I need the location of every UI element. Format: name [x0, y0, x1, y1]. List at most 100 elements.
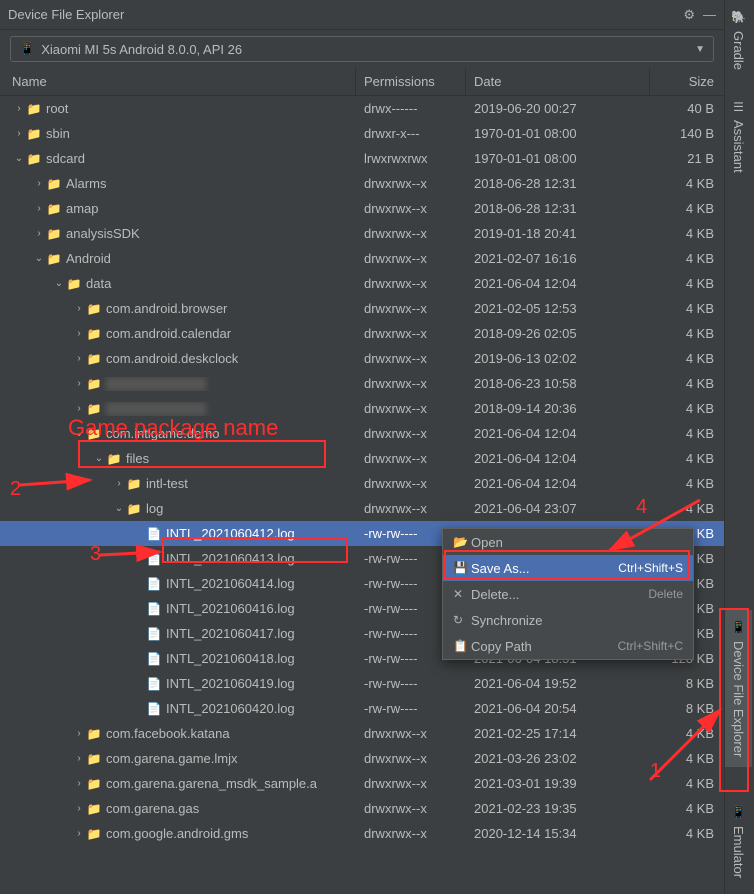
tree-row[interactable]: 📄INTL_2021060420.log-rw-rw----2021-06-04…: [0, 696, 724, 721]
row-perm: drwxrwx--x: [356, 376, 466, 391]
folder-icon: 📁: [86, 302, 102, 316]
tree-row[interactable]: ›📁amapdrwxrwx--x2018-06-28 12:314 KB: [0, 196, 724, 221]
gear-icon[interactable]: ⚙: [683, 7, 695, 23]
folder-icon: 📁: [126, 477, 142, 491]
row-size: 4 KB: [650, 426, 724, 441]
row-label: analysisSDK: [66, 226, 140, 241]
tree-row[interactable]: ⌄📁filesdrwxrwx--x2021-06-04 12:044 KB: [0, 446, 724, 471]
row-size: 4 KB: [650, 826, 724, 841]
row-label: INTL_2021060414.log: [166, 576, 295, 591]
expand-arrow[interactable]: ⌄: [32, 253, 46, 264]
file-icon: 📄: [146, 577, 162, 591]
expand-arrow[interactable]: ›: [12, 128, 26, 139]
expand-arrow[interactable]: ›: [72, 828, 86, 839]
tree-row[interactable]: ›📁com.google.android.gmsdrwxrwx--x2020-1…: [0, 821, 724, 846]
expand-arrow[interactable]: ›: [72, 303, 86, 314]
tree-row[interactable]: ⌄📁logdrwxrwx--x2021-06-04 23:074 KB: [0, 496, 724, 521]
row-size: 4 KB: [650, 326, 724, 341]
col-size[interactable]: Size: [650, 68, 724, 95]
tree-row[interactable]: ›📁drwxrwx--x2018-09-14 20:364 KB: [0, 396, 724, 421]
device-selector[interactable]: 📱 Xiaomi MI 5s Android 8.0.0, API 26 ▼: [10, 36, 714, 62]
tree-row[interactable]: ›📁drwxrwx--x2018-06-23 10:584 KB: [0, 371, 724, 396]
expand-arrow[interactable]: ›: [72, 728, 86, 739]
expand-arrow[interactable]: ›: [72, 378, 86, 389]
file-icon: 📄: [146, 527, 162, 541]
tree-row[interactable]: ⌄📁datadrwxrwx--x2021-06-04 12:044 KB: [0, 271, 724, 296]
ctx-sync[interactable]: ↻Synchronize: [443, 607, 693, 633]
folder-icon: 📁: [86, 352, 102, 366]
row-label: com.intlgame.demo: [106, 426, 219, 441]
row-date: 2018-09-14 20:36: [466, 401, 650, 416]
expand-arrow[interactable]: ›: [112, 478, 126, 489]
ctx-open[interactable]: 📂Open: [443, 529, 693, 555]
tab-emulator[interactable]: 📱 Emulator: [725, 795, 752, 888]
tree-row[interactable]: 📄INTL_2021060419.log-rw-rw----2021-06-04…: [0, 671, 724, 696]
tree-row[interactable]: ⌄📁com.intlgame.demodrwxrwx--x2021-06-04 …: [0, 421, 724, 446]
tab-assistant[interactable]: ☰ Assistant: [725, 90, 752, 183]
expand-arrow[interactable]: ⌄: [72, 428, 86, 439]
expand-arrow[interactable]: ›: [72, 753, 86, 764]
row-label: data: [86, 276, 111, 291]
expand-arrow[interactable]: ⌄: [12, 153, 26, 164]
tree-row[interactable]: ›📁sbindrwxr-x---1970-01-01 08:00140 B: [0, 121, 724, 146]
tree-row[interactable]: ›📁com.garena.game.lmjxdrwxrwx--x2021-03-…: [0, 746, 724, 771]
tree-row[interactable]: ›📁Alarmsdrwxrwx--x2018-06-28 12:314 KB: [0, 171, 724, 196]
expand-arrow[interactable]: ›: [32, 203, 46, 214]
tree-row[interactable]: ›📁com.android.calendardrwxrwx--x2018-09-…: [0, 321, 724, 346]
expand-arrow[interactable]: ›: [12, 103, 26, 114]
col-perm[interactable]: Permissions: [356, 68, 466, 95]
tab-gradle[interactable]: 🐘 Gradle: [725, 0, 752, 80]
tree-row[interactable]: ›📁analysisSDKdrwxrwx--x2019-01-18 20:414…: [0, 221, 724, 246]
row-label: INTL_2021060419.log: [166, 676, 295, 691]
row-perm: drwxrwx--x: [356, 201, 466, 216]
row-date: 2020-12-14 15:34: [466, 826, 650, 841]
column-headers: Name Permissions Date Size: [0, 68, 724, 96]
expand-arrow[interactable]: ›: [72, 803, 86, 814]
tab-device-file-explorer[interactable]: 📱 Device File Explorer: [725, 610, 752, 767]
expand-arrow[interactable]: ⌄: [52, 278, 66, 289]
tree-row[interactable]: ›📁com.garena.garena_msdk_sample.adrwxrwx…: [0, 771, 724, 796]
tree-row[interactable]: ›📁intl-testdrwxrwx--x2021-06-04 12:044 K…: [0, 471, 724, 496]
tree-row[interactable]: ›📁com.facebook.katanadrwxrwx--x2021-02-2…: [0, 721, 724, 746]
expand-arrow[interactable]: ›: [72, 328, 86, 339]
tree-row[interactable]: ›📁com.garena.gasdrwxrwx--x2021-02-23 19:…: [0, 796, 724, 821]
row-label: com.garena.gas: [106, 801, 199, 816]
col-name[interactable]: Name: [0, 68, 356, 95]
expand-arrow[interactable]: ›: [32, 228, 46, 239]
row-date: 2021-02-25 17:14: [466, 726, 650, 741]
row-perm: drwxrwx--x: [356, 351, 466, 366]
row-date: 2021-06-04 12:04: [466, 426, 650, 441]
row-perm: drwxr-x---: [356, 126, 466, 141]
col-date[interactable]: Date: [466, 68, 650, 95]
expand-arrow[interactable]: ⌄: [92, 453, 106, 464]
expand-arrow[interactable]: ›: [32, 178, 46, 189]
tree-row[interactable]: ›📁com.android.deskclockdrwxrwx--x2019-06…: [0, 346, 724, 371]
phone-icon: 📱: [19, 41, 35, 57]
row-label: root: [46, 101, 68, 116]
context-menu: 📂Open 💾Save As...Ctrl+Shift+S ✕Delete...…: [442, 528, 694, 660]
row-label: sdcard: [46, 151, 85, 166]
ctx-save-as[interactable]: 💾Save As...Ctrl+Shift+S: [443, 555, 693, 581]
row-perm: drwxrwx--x: [356, 326, 466, 341]
row-date: 2018-06-23 10:58: [466, 376, 650, 391]
tree-row[interactable]: ›📁rootdrwx------2019-06-20 00:2740 B: [0, 96, 724, 121]
tree-row[interactable]: ⌄📁Androiddrwxrwx--x2021-02-07 16:164 KB: [0, 246, 724, 271]
expand-arrow[interactable]: ⌄: [112, 503, 126, 514]
folder-icon: 📁: [86, 327, 102, 341]
tree-row[interactable]: ⌄📁sdcardlrwxrwxrwx1970-01-01 08:0021 B: [0, 146, 724, 171]
expand-arrow[interactable]: ›: [72, 353, 86, 364]
row-size: 8 KB: [650, 701, 724, 716]
ctx-copy-path[interactable]: 📋Copy PathCtrl+Shift+C: [443, 633, 693, 659]
folder-icon: 📁: [86, 777, 102, 791]
file-icon: 📄: [146, 627, 162, 641]
row-label: INTL_2021060413.log: [166, 551, 295, 566]
folder-icon: 📁: [86, 727, 102, 741]
expand-arrow[interactable]: ›: [72, 403, 86, 414]
ctx-delete[interactable]: ✕Delete...Delete: [443, 581, 693, 607]
minimize-icon[interactable]: —: [703, 7, 716, 22]
row-label: INTL_2021060420.log: [166, 701, 295, 716]
expand-arrow[interactable]: ›: [72, 778, 86, 789]
row-perm: drwxrwx--x: [356, 501, 466, 516]
tree-row[interactable]: ›📁com.android.browserdrwxrwx--x2021-02-0…: [0, 296, 724, 321]
copy-icon: 📋: [453, 639, 471, 653]
